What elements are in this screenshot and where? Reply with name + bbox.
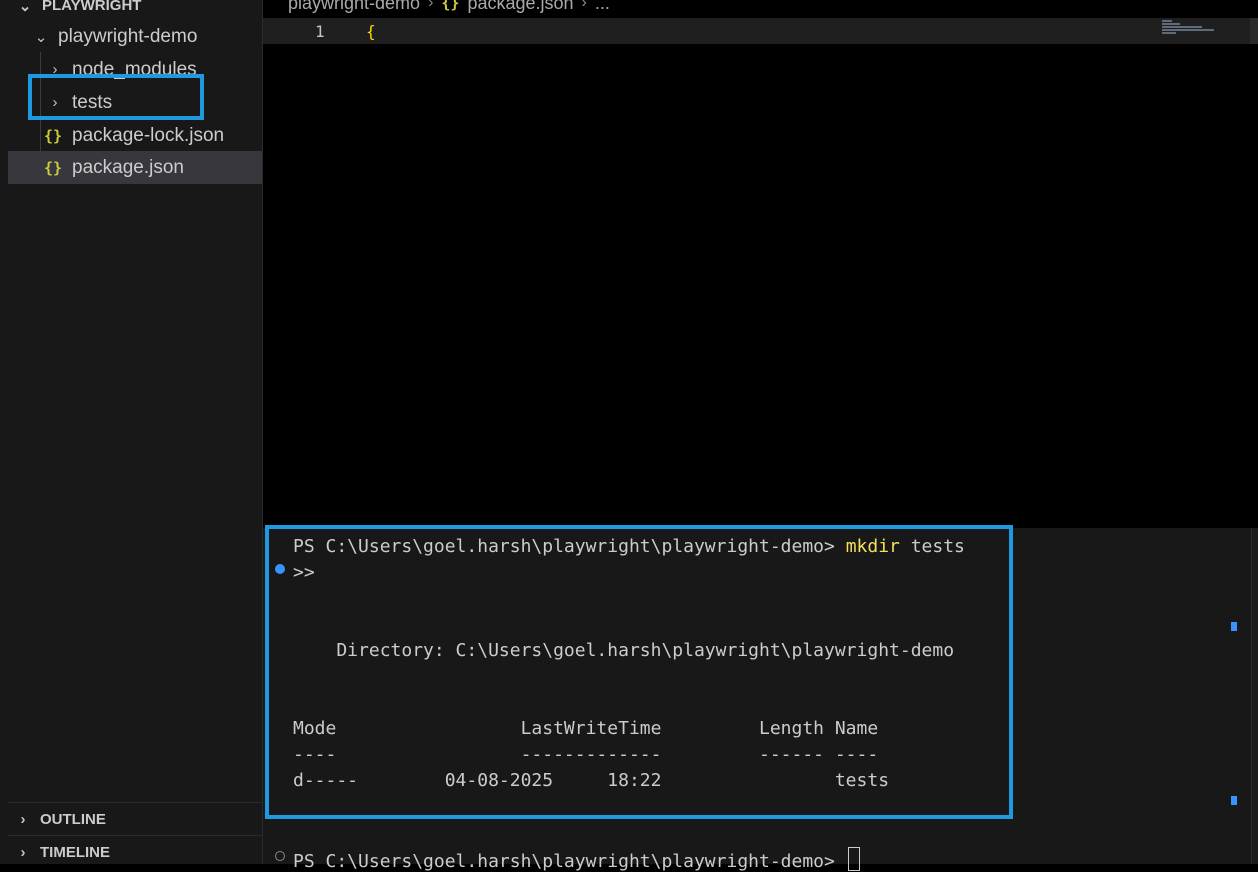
terminal-cursor <box>847 847 860 871</box>
terminal-output-line: Mode LastWriteTime Length Name <box>293 718 879 739</box>
scroll-marker <box>1231 622 1237 631</box>
scroll-marker <box>1231 796 1237 805</box>
minimap[interactable] <box>1160 20 1220 36</box>
chevron-right-icon: › <box>20 811 26 828</box>
terminal-output-line: d----- 04-08-2025 18:22 tests <box>293 770 890 791</box>
minimap-line <box>1162 29 1214 31</box>
timeline-label: TIMELINE <box>40 844 110 861</box>
tree-item-node-modules[interactable]: › node_modules <box>48 53 262 86</box>
terminal-prompt-line: PS C:\Users\goel.harsh\playwright\playwr… <box>293 847 860 872</box>
outline-label: OUTLINE <box>40 811 106 828</box>
explorer-root-label: PLAYWRIGHT <box>42 0 142 14</box>
breadcrumb: playwright-demo › {} package.json › ... <box>288 0 610 14</box>
explorer-sidebar: ⌄ PLAYWRIGHT ⌄ playwright-demo › node_mo… <box>0 0 263 864</box>
breadcrumb-folder[interactable]: playwright-demo <box>288 0 420 14</box>
chevron-right-icon: › <box>52 61 58 78</box>
chevron-down-icon: ⌄ <box>18 0 32 15</box>
tree-item-label: package.json <box>72 156 184 178</box>
panel-edge <box>1251 528 1258 864</box>
breadcrumb-symbol[interactable]: ... <box>595 0 610 14</box>
terminal-output-line: >> <box>293 562 315 583</box>
terminal-output-line: Directory: C:\Users\goel.harsh\playwrigh… <box>293 640 955 661</box>
breadcrumb-file[interactable]: package.json <box>467 0 573 14</box>
tree-item-label: tests <box>72 91 113 113</box>
outline-section-header[interactable]: › OUTLINE <box>16 803 262 836</box>
json-file-icon: {} <box>44 158 63 177</box>
json-file-icon: {} <box>441 0 460 12</box>
tree-item-label: node_modules <box>72 58 197 80</box>
terminal-scrollbar[interactable] <box>1229 528 1251 864</box>
terminal-command-line: PS C:\Users\goel.harsh\playwright\playwr… <box>293 536 965 557</box>
minimap-line <box>1162 26 1202 28</box>
command-decoration-empty-icon[interactable] <box>275 851 285 861</box>
tree-item-playwright-demo[interactable]: ⌄ playwright-demo <box>34 20 262 53</box>
chevron-right-icon: › <box>20 844 26 861</box>
chevron-right-icon: › <box>581 0 587 11</box>
terminal-output-line: ---- ------------- ------ ---- <box>293 744 879 765</box>
terminal-panel[interactable]: PS C:\Users\goel.harsh\playwright\playwr… <box>263 528 1258 872</box>
tree-item-package-json[interactable]: {} package.json <box>8 151 262 184</box>
terminal-prompt: PS C:\Users\goel.harsh\playwright\playwr… <box>293 851 846 872</box>
minimap-line <box>1162 32 1176 34</box>
timeline-section-header[interactable]: › TIMELINE <box>16 836 262 864</box>
tree-item-package-lock-json[interactable]: {} package-lock.json <box>44 119 262 152</box>
terminal-prompt: PS C:\Users\goel.harsh\playwright\playwr… <box>293 536 846 557</box>
code-line[interactable]: { <box>366 22 376 41</box>
tree-item-label: package-lock.json <box>72 124 225 146</box>
explorer-root-playwright[interactable]: ⌄ PLAYWRIGHT <box>18 0 262 22</box>
terminal-command: mkdir <box>845 536 900 557</box>
command-decoration-icon[interactable] <box>275 564 285 574</box>
terminal-args: tests <box>899 536 965 557</box>
editor-line-area[interactable] <box>263 18 1258 44</box>
json-file-icon: {} <box>44 126 63 145</box>
tree-item-label: playwright-demo <box>58 25 198 47</box>
minimap-line <box>1162 20 1172 22</box>
line-number: 1 <box>315 22 325 41</box>
chevron-right-icon: › <box>52 94 58 111</box>
minimap-line <box>1162 23 1180 25</box>
tree-item-tests[interactable]: › tests <box>48 86 262 119</box>
chevron-down-icon: ⌄ <box>34 28 48 46</box>
editor-scrollbar[interactable] <box>1250 18 1258 44</box>
chevron-right-icon: › <box>428 0 434 11</box>
